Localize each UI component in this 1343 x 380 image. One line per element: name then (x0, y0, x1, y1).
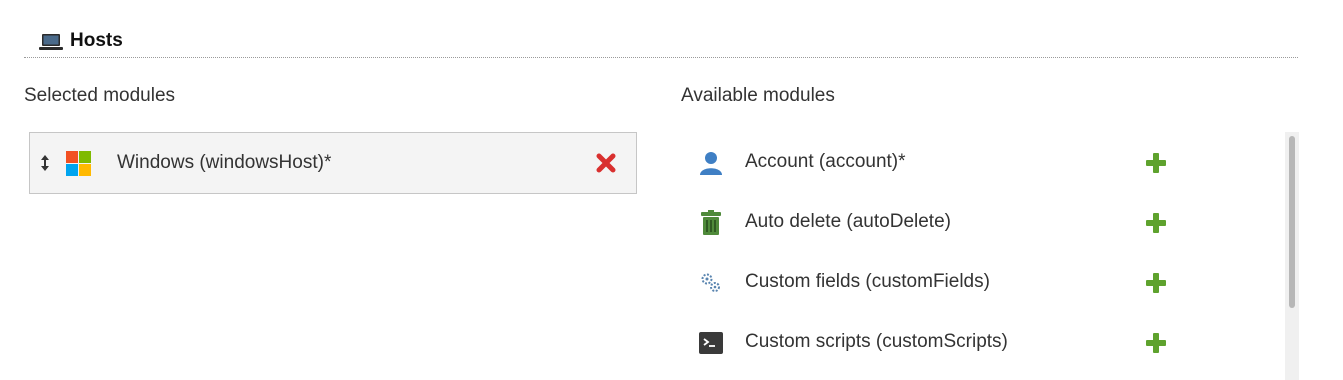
available-module-customfields[interactable]: Custom fields (customFields) (690, 252, 1250, 312)
selected-modules-heading: Selected modules (24, 85, 176, 106)
scrollbar[interactable] (1285, 132, 1299, 380)
add-icon[interactable] (1145, 212, 1167, 234)
available-module-customscripts[interactable]: Custom scripts (customScripts) (690, 312, 1250, 372)
section-header: Hosts (24, 24, 1298, 58)
selected-module-item[interactable]: Windows (windowsHost)* (29, 132, 637, 194)
available-module-account[interactable]: Account (account)* (690, 132, 1250, 192)
gears-icon (701, 273, 720, 292)
laptop-icon (39, 34, 63, 50)
terminal-icon (699, 332, 723, 354)
available-module-label: Account (account)* (745, 151, 906, 172)
user-icon (700, 152, 722, 175)
add-icon[interactable] (1145, 272, 1167, 294)
available-module-label: Custom scripts (customScripts) (745, 331, 1008, 352)
add-icon[interactable] (1145, 332, 1167, 354)
available-modules-heading: Available modules (681, 85, 835, 106)
available-module-label: Auto delete (autoDelete) (745, 211, 951, 232)
trash-icon (701, 210, 721, 235)
remove-icon[interactable] (595, 152, 617, 174)
windows-logo-icon (66, 151, 91, 176)
available-module-autodelete[interactable]: Auto delete (autoDelete) (690, 192, 1250, 252)
section-title: Hosts (70, 30, 123, 51)
add-icon[interactable] (1145, 152, 1167, 174)
available-module-label: Custom fields (customFields) (745, 271, 990, 292)
selected-module-label: Windows (windowsHost)* (117, 152, 332, 173)
scrollbar-thumb[interactable] (1289, 136, 1295, 308)
drag-handle-icon[interactable] (38, 153, 52, 173)
